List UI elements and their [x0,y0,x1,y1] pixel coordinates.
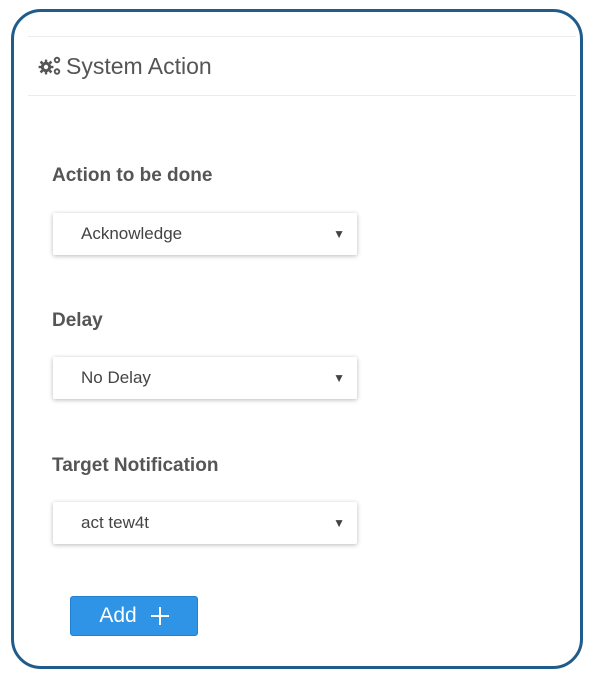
add-button[interactable]: Add [70,596,198,636]
add-button-label: Add [99,604,137,627]
delay-select-value: No Delay [81,368,151,387]
panel-header: System Action [28,36,576,96]
target-notification-label: Target Notification [52,455,219,476]
caret-down-icon: ▼ [333,516,345,530]
target-notification-select-value: act tew4t [81,513,150,532]
panel-frame: System Action Action to be done Acknowle… [11,9,583,669]
action-label: Action to be done [52,165,213,186]
gears-icon [38,55,62,77]
delay-label: Delay [52,310,103,331]
action-select[interactable]: Acknowledge ▼ [53,213,357,255]
target-notification-select[interactable]: act tew4t ▼ [53,502,357,544]
action-select-value: Acknowledge [81,224,183,243]
delay-select[interactable]: No Delay ▼ [53,357,357,399]
panel-title: System Action [66,52,212,79]
caret-down-icon: ▼ [333,227,345,241]
plus-icon [150,607,169,625]
caret-down-icon: ▼ [333,371,345,385]
